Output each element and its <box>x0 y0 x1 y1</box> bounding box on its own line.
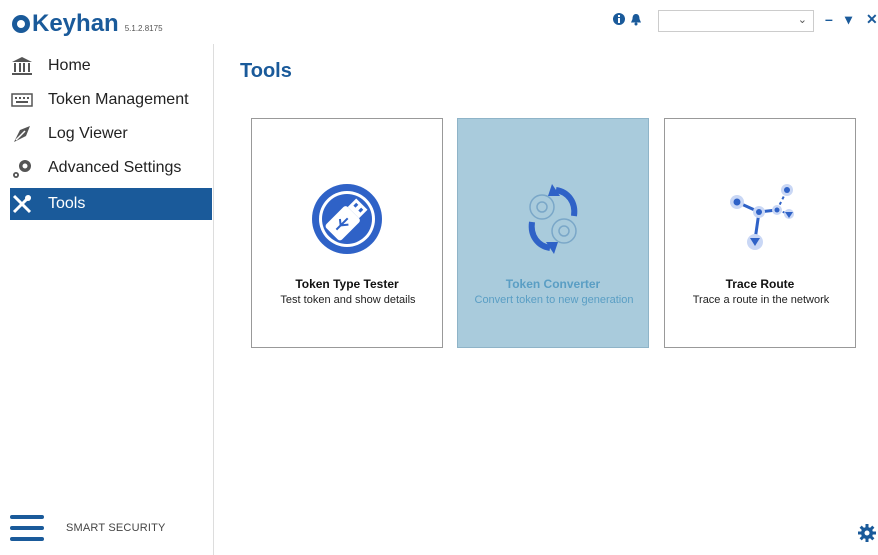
sidebar-item-tools[interactable]: Tools <box>10 188 212 220</box>
menu-icon[interactable] <box>10 515 44 541</box>
settings-icon <box>10 157 34 179</box>
card-description: Test token and show details <box>280 294 416 306</box>
sidebar-footer: SMART SECURITY <box>10 515 166 541</box>
card-description: Convert token to new generation <box>474 294 634 306</box>
tool-card-trace-route[interactable]: Trace Route Trace a route in the network <box>664 118 856 348</box>
restore-button[interactable]: ▾ <box>845 11 852 28</box>
log-icon <box>10 123 34 145</box>
convert-icon <box>458 174 648 264</box>
home-icon <box>10 55 34 77</box>
card-title: Token Converter <box>505 277 601 291</box>
app-version: 5.1.2.8175 <box>124 24 163 33</box>
sidebar-item-log-viewer[interactable]: Log Viewer <box>10 118 212 150</box>
sidebar-item-label: Advanced Settings <box>48 159 182 176</box>
tools-icon <box>10 193 34 215</box>
sidebar-item-label: Log Viewer <box>48 125 128 142</box>
sidebar: Home Token Management Log Viewer Advance… <box>0 44 214 555</box>
network-route-icon <box>665 174 855 264</box>
page-title: Tools <box>240 60 292 82</box>
sidebar-item-token-management[interactable]: Token Management <box>10 84 212 116</box>
sidebar-item-label: Tools <box>48 195 86 212</box>
close-button[interactable]: ✕ <box>866 11 878 28</box>
tool-card-token-converter[interactable]: Token Converter Convert token to new gen… <box>457 118 649 348</box>
gear-icon[interactable] <box>858 524 878 544</box>
minimize-button[interactable]: – <box>825 11 833 27</box>
sidebar-item-label: Token Management <box>48 91 189 108</box>
title-bar: Keyhan 5.1.2.8175 ⌄ – ▾ ✕ <box>0 0 878 44</box>
sidebar-item-home[interactable]: Home <box>10 50 212 82</box>
chevron-down-icon: ⌄ <box>797 14 807 26</box>
sidebar-item-advanced-settings[interactable]: Advanced Settings <box>10 152 212 184</box>
sidebar-item-label: Home <box>48 57 91 74</box>
footer-label: SMART SECURITY <box>66 522 166 534</box>
token-select-dropdown[interactable]: ⌄ <box>658 10 814 32</box>
app-name: Keyhan <box>32 10 119 37</box>
tool-card-token-type-tester[interactable]: Token Type Tester Test token and show de… <box>251 118 443 348</box>
app-logo: Keyhan 5.1.2.8175 <box>12 10 163 38</box>
logo-mark-icon <box>12 15 30 33</box>
card-title: Trace Route <box>725 277 795 291</box>
info-icon[interactable] <box>613 13 625 28</box>
bell-icon[interactable] <box>630 13 642 29</box>
usb-token-icon <box>252 174 442 264</box>
keyboard-icon <box>10 89 34 111</box>
card-description: Trace a route in the network <box>692 294 830 306</box>
card-title: Token Type Tester <box>295 277 399 291</box>
